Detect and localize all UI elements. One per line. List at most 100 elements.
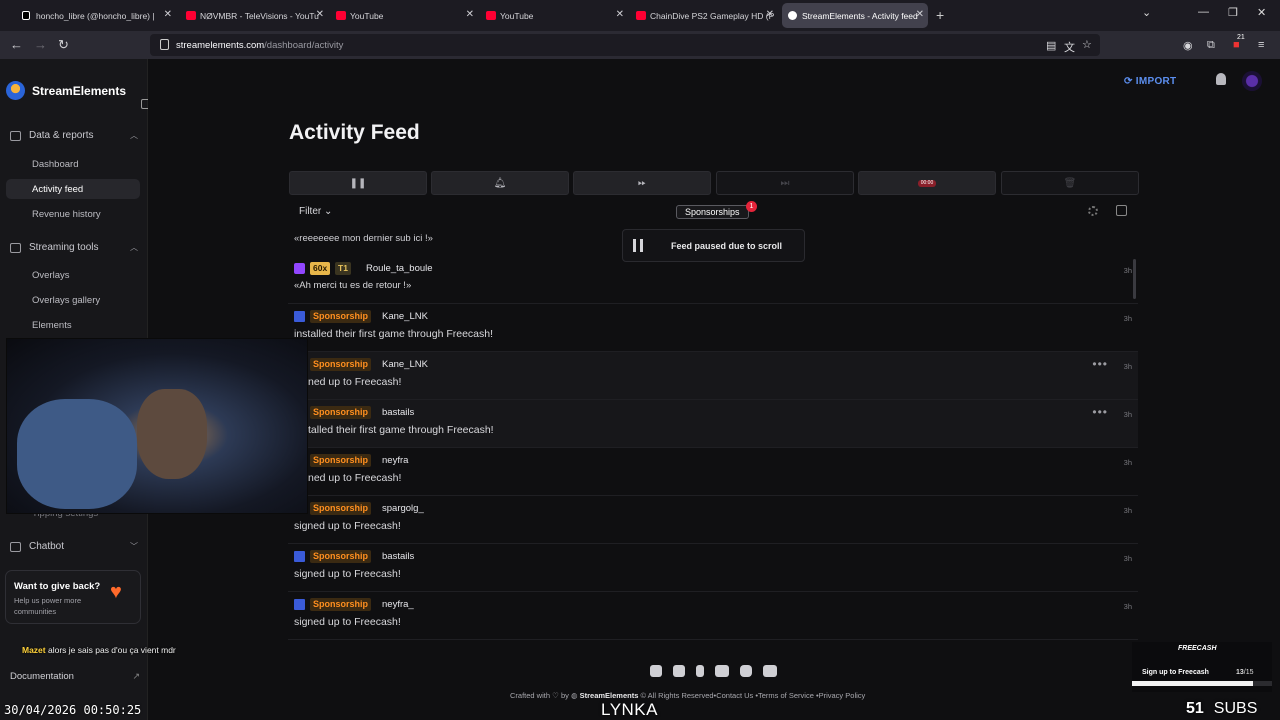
feed-message-partial: «reeeeeee mon dernier sub ici !» bbox=[294, 233, 433, 244]
next-alert-button[interactable]: ⏭︎ bbox=[716, 171, 854, 195]
external-link-icon: ↗ bbox=[132, 671, 140, 681]
sponsorships-filter-tag[interactable]: Sponsorships bbox=[676, 205, 749, 219]
instagram-icon[interactable] bbox=[740, 665, 752, 677]
sidebar-item-dashboard[interactable]: Dashboard bbox=[6, 154, 140, 174]
filter-dropdown[interactable]: Filter ⌄ bbox=[299, 206, 332, 217]
back-icon[interactable]: ← bbox=[10, 37, 23, 52]
youtube-icon bbox=[486, 11, 496, 20]
sidebar-section-chatbot[interactable]: Chatbot ﹀ bbox=[10, 541, 138, 552]
tab-list-icon[interactable]: ⌄ bbox=[1142, 6, 1151, 19]
feed-username[interactable]: bastails bbox=[382, 407, 414, 418]
close-tab-icon[interactable]: ✕ bbox=[766, 9, 774, 20]
facebook-icon[interactable] bbox=[696, 665, 704, 677]
feed-row[interactable]: Sponsorship spargolg_ signed up to Freec… bbox=[288, 496, 1138, 544]
notifications-bell-icon[interactable] bbox=[1216, 73, 1226, 85]
browser-tab[interactable]: honcho_libre (@honcho_libre) | ✕ bbox=[0, 3, 176, 28]
feed-row[interactable]: Sponsorship neyfra_ signed up to Freecas… bbox=[288, 592, 1138, 640]
streamelements-icon bbox=[294, 551, 305, 562]
subs-count: 51 bbox=[1186, 700, 1204, 717]
brand-logo[interactable]: StreamElements bbox=[6, 81, 126, 100]
freecash-progress-track bbox=[1132, 681, 1272, 686]
reader-view-icon[interactable]: ▤ bbox=[1046, 39, 1056, 52]
browser-tab[interactable]: YouTube ✕ bbox=[314, 3, 478, 28]
webcam-overlay bbox=[6, 338, 308, 514]
user-avatar[interactable] bbox=[1242, 71, 1262, 91]
forward-icon[interactable]: → bbox=[34, 37, 47, 52]
feed-username[interactable]: Kane_LNK bbox=[382, 311, 428, 322]
documentation-link[interactable]: Documentation ↗ bbox=[10, 671, 140, 682]
browser-tab[interactable]: NØVMBR - TeleVisions - YouTu ✕ bbox=[164, 3, 328, 28]
sidebar-item-label: Overlays gallery bbox=[32, 295, 101, 306]
feed-username[interactable]: neyfra_ bbox=[382, 599, 414, 610]
test-alert-button[interactable]: 🔔︎ bbox=[431, 171, 569, 195]
clear-feed-button[interactable]: 🗑︎ bbox=[1001, 171, 1139, 195]
contact-link[interactable]: Contact Us bbox=[716, 691, 753, 700]
privacy-link[interactable]: Privacy Policy bbox=[819, 691, 866, 700]
reload-icon[interactable]: ↻ bbox=[58, 37, 69, 53]
lock-icon[interactable] bbox=[160, 39, 169, 50]
menu-icon[interactable]: ≡ bbox=[1258, 39, 1264, 51]
sidebar-item-elements[interactable]: Elements bbox=[6, 315, 140, 335]
twitch-icon[interactable] bbox=[650, 665, 662, 677]
extensions-icon[interactable]: ⧉ bbox=[1207, 39, 1215, 52]
youtube-icon[interactable] bbox=[715, 665, 729, 677]
give-back-card[interactable]: Want to give back? Help us power more co… bbox=[5, 570, 141, 624]
import-button[interactable]: ⟳ IMPORT bbox=[1124, 76, 1176, 87]
maximize-icon[interactable]: ❐ bbox=[1228, 6, 1238, 19]
feed-row[interactable]: Sponsorship neyfra ned up to Freecash! 3… bbox=[288, 448, 1138, 496]
youtube-icon bbox=[186, 11, 196, 20]
sidebar-item-overlays[interactable]: Overlays bbox=[6, 265, 140, 285]
browser-tab[interactable]: ChainDive PS2 Gameplay HD (P ✕ bbox=[614, 3, 778, 28]
feed-row[interactable]: Sponsorship Kane_LNK installed their fir… bbox=[288, 304, 1138, 352]
feed-time: 3h bbox=[1123, 554, 1132, 563]
bookmark-star-icon[interactable]: ☆ bbox=[1082, 38, 1092, 51]
more-options-icon[interactable]: ••• bbox=[1092, 357, 1108, 371]
feed-row[interactable]: 60x T1 Roule_ta_boule «Ah merci tu es de… bbox=[288, 256, 1138, 304]
feed-username[interactable]: bastails bbox=[382, 551, 414, 562]
feed-username[interactable]: spargolg_ bbox=[382, 503, 424, 514]
webcam-blanket bbox=[17, 399, 137, 509]
discord-icon[interactable] bbox=[763, 665, 777, 677]
browser-toolbar: ← → ↻ streamelements.com/dashboard/activ… bbox=[0, 31, 1280, 59]
translate-icon[interactable]: 文 bbox=[1064, 39, 1075, 55]
terms-link[interactable]: Terms of Service bbox=[758, 691, 814, 700]
more-options-icon[interactable]: ••• bbox=[1092, 405, 1108, 419]
record-button[interactable]: 00:00 bbox=[858, 171, 996, 195]
url-text[interactable]: streamelements.com/dashboard/activity bbox=[176, 40, 343, 51]
skip-alert-button[interactable]: ⏩︎ bbox=[573, 171, 711, 195]
sidebar-section-data-reports[interactable]: Data & reports ︿ bbox=[10, 130, 138, 141]
feed-message: «Ah merci tu es de retour !» bbox=[294, 280, 412, 291]
feed-time: 3h bbox=[1123, 410, 1132, 419]
main-content: ⟳ IMPORT Activity Feed ❚❚ 🔔︎ ⏩︎ ⏭︎ 00:00… bbox=[148, 59, 1280, 720]
new-tab-icon[interactable]: + bbox=[936, 7, 944, 23]
close-window-icon[interactable]: ✕ bbox=[1257, 6, 1266, 19]
x-icon[interactable] bbox=[673, 665, 685, 677]
freecash-title: Sign up to Freecash bbox=[1142, 669, 1209, 676]
close-tab-icon[interactable]: ✕ bbox=[916, 9, 924, 20]
gear-icon[interactable] bbox=[1088, 206, 1098, 216]
popout-icon[interactable] bbox=[1116, 205, 1127, 216]
browser-tab-active[interactable]: StreamElements - Activity feed ✕ bbox=[782, 3, 928, 28]
feed-username[interactable]: Kane_LNK bbox=[382, 359, 428, 370]
feed-username[interactable]: Roule_ta_boule bbox=[366, 263, 433, 274]
account-icon[interactable]: ◉ bbox=[1183, 39, 1193, 52]
sidebar-item-activity-feed[interactable]: Activity feed bbox=[6, 179, 140, 199]
feed-row[interactable]: Sponsorship bastails talled their first … bbox=[288, 400, 1138, 448]
subs-counter: 51 SUBS bbox=[1186, 700, 1257, 718]
address-bar[interactable]: streamelements.com/dashboard/activity ▤ … bbox=[150, 34, 1100, 56]
sidebar-section-streaming-tools[interactable]: Streaming tools ︿ bbox=[10, 242, 138, 253]
tab-title: NØVMBR - TeleVisions - YouTu bbox=[200, 10, 319, 21]
browser-tab[interactable]: YouTube ✕ bbox=[464, 3, 628, 28]
record-icon: 00:00 bbox=[918, 179, 936, 187]
feed-scrollbar[interactable] bbox=[1133, 259, 1136, 299]
sidebar-item-label: Activity feed bbox=[32, 184, 84, 195]
streamelements-icon bbox=[788, 11, 797, 20]
sidebar-item-revenue-history[interactable]: Revenue history bbox=[6, 204, 140, 224]
feed-username[interactable]: neyfra bbox=[382, 455, 408, 466]
feed-row[interactable]: Sponsorship Kane_LNK ned up to Freecash!… bbox=[288, 352, 1138, 400]
chart-icon bbox=[10, 130, 21, 141]
minimize-icon[interactable]: — bbox=[1198, 6, 1209, 18]
sidebar-item-overlays-gallery[interactable]: Overlays gallery bbox=[6, 290, 140, 310]
feed-row[interactable]: Sponsorship bastails signed up to Freeca… bbox=[288, 544, 1138, 592]
pause-feed-button[interactable]: ❚❚ bbox=[289, 171, 427, 195]
